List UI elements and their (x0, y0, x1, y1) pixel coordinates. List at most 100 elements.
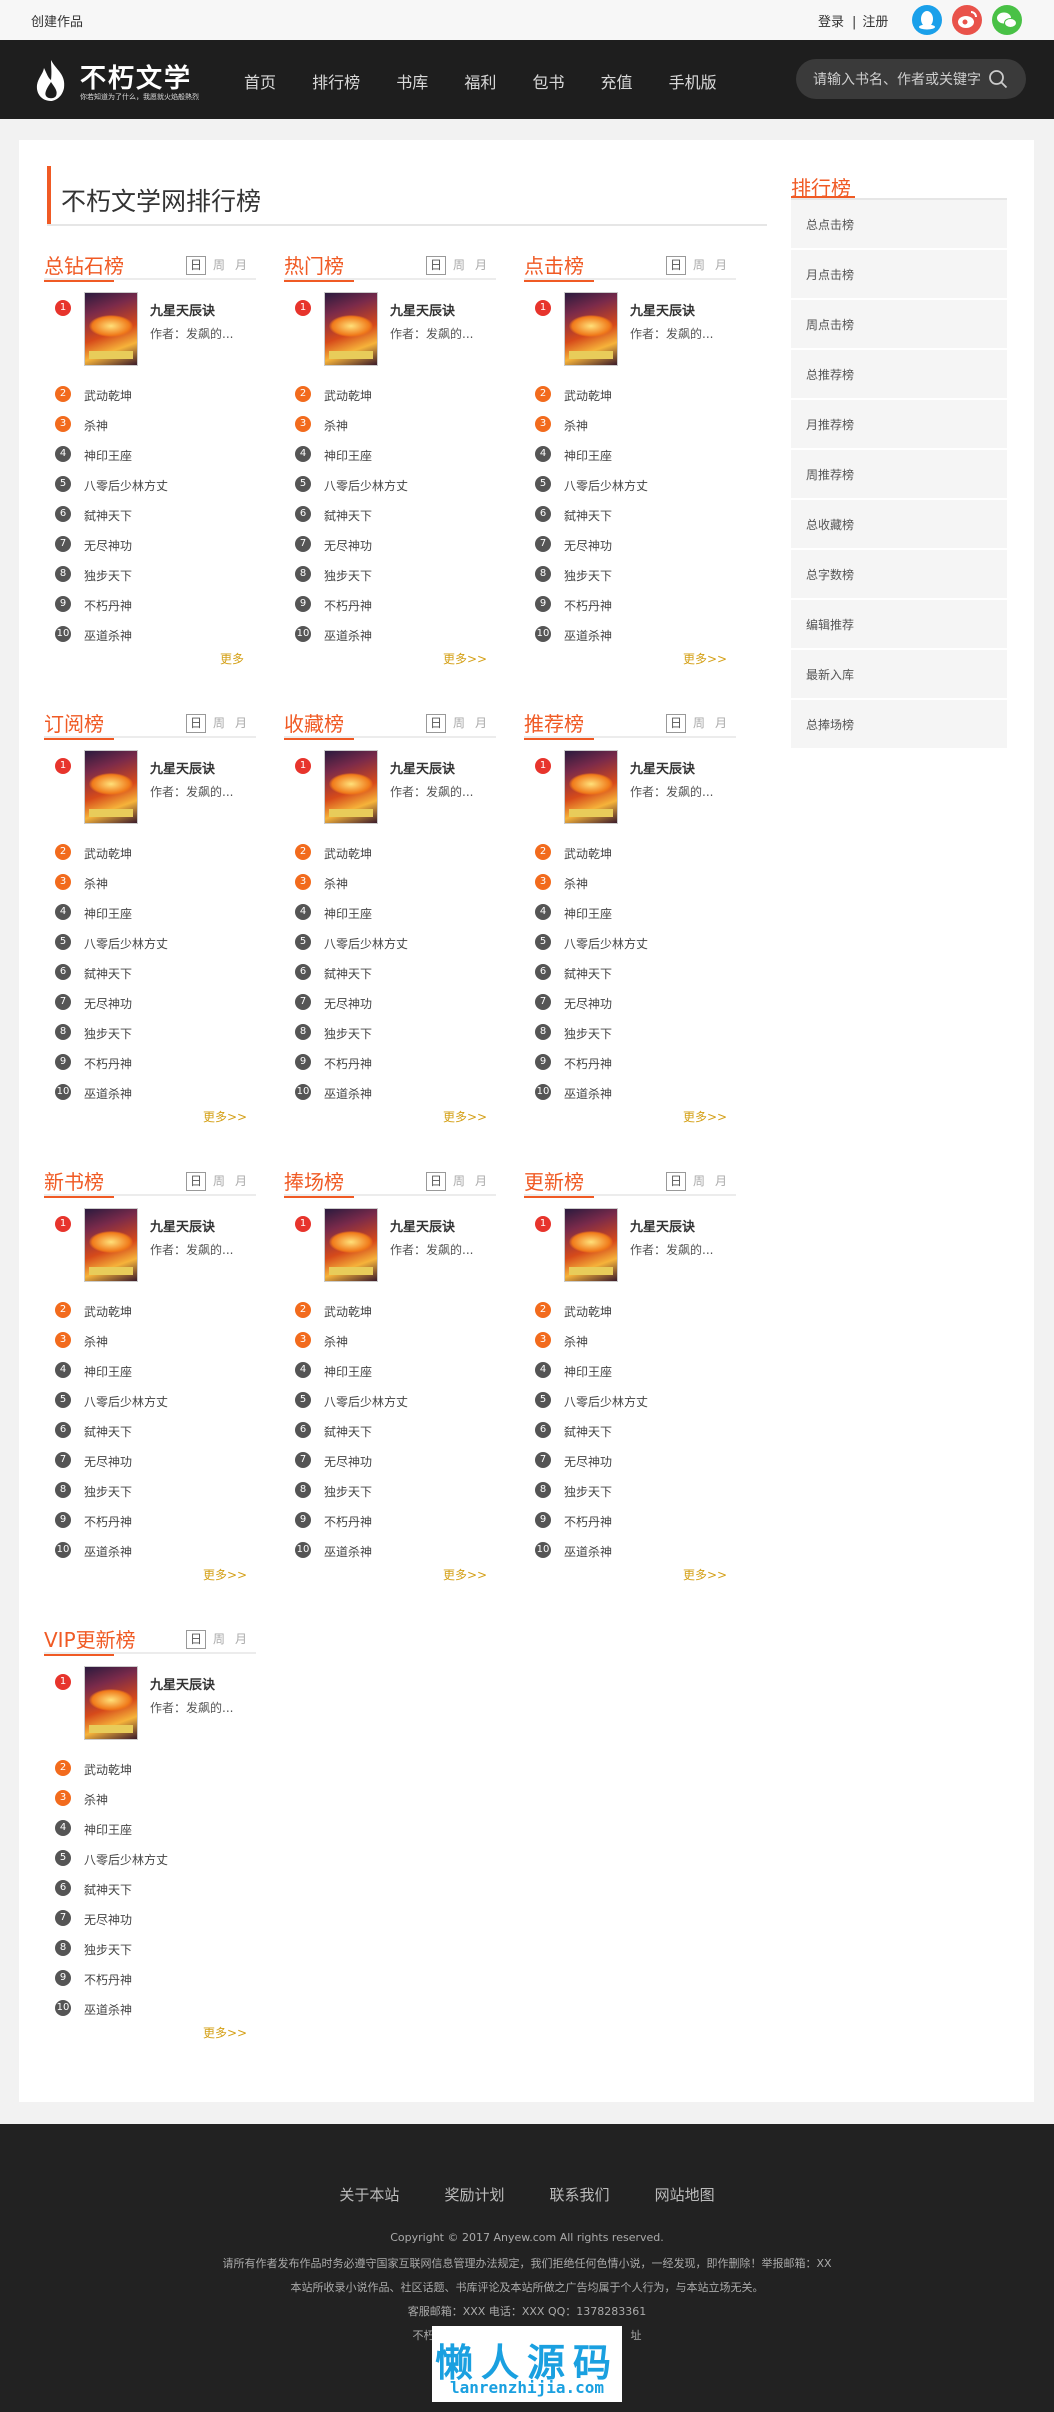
rank-list-item[interactable]: 3 杀神 (44, 414, 256, 434)
book-title[interactable]: 无尽神功 (324, 537, 372, 554)
rank-list-item[interactable]: 8 独步天下 (284, 1022, 496, 1042)
login-link[interactable]: 登录 (818, 15, 844, 30)
book-title[interactable]: 杀神 (84, 1791, 108, 1808)
rank-list-item[interactable]: 3 杀神 (524, 872, 736, 892)
book-title[interactable]: 杀神 (324, 1333, 348, 1350)
book-title[interactable]: 弑神天下 (564, 507, 612, 524)
rank-list-item[interactable]: 2 武动乾坤 (44, 1758, 256, 1778)
search-icon[interactable] (988, 69, 1008, 89)
rank-list-item[interactable]: 2 武动乾坤 (524, 842, 736, 862)
rank-list-item[interactable]: 5 八零后少林方丈 (44, 1390, 256, 1410)
book-cover[interactable] (324, 292, 378, 366)
rank-list-item[interactable]: 9 不朽丹神 (44, 1968, 256, 1988)
rank-list-item[interactable]: 7 无尽神功 (44, 534, 256, 554)
rank-list-item[interactable]: 6 弑神天下 (44, 962, 256, 982)
rank-list-item[interactable]: 8 独步天下 (44, 564, 256, 584)
book-title[interactable]: 八零后少林方丈 (324, 935, 408, 952)
rank-list-item[interactable]: 4 神印王座 (524, 1360, 736, 1380)
book-title[interactable]: 巫道杀神 (84, 1543, 132, 1560)
tab-month[interactable]: 月 (472, 715, 490, 732)
rank-list-item[interactable]: 6 弑神天下 (284, 962, 496, 982)
block-title[interactable]: 新书榜 (44, 1166, 114, 1198)
book-title[interactable]: 武动乾坤 (84, 845, 132, 862)
rank-list-item[interactable]: 2 武动乾坤 (284, 384, 496, 404)
book-title[interactable]: 弑神天下 (564, 1423, 612, 1440)
nav-item-welfare[interactable]: 福利 (464, 69, 496, 93)
rank-list-item[interactable]: 6 弑神天下 (44, 1420, 256, 1440)
book-title[interactable]: 八零后少林方丈 (324, 1393, 408, 1410)
book-title[interactable]: 八零后少林方丈 (324, 477, 408, 494)
book-title[interactable]: 无尽神功 (564, 995, 612, 1012)
rank-list-item[interactable]: 2 武动乾坤 (524, 1300, 736, 1320)
footer-link-about[interactable]: 关于本站 (339, 2184, 399, 2205)
rank-list-item[interactable]: 10 巫道杀神 (284, 1540, 496, 1560)
book-title[interactable]: 八零后少林方丈 (84, 1393, 168, 1410)
search-input[interactable] (811, 59, 985, 101)
rank-list-item[interactable]: 9 不朽丹神 (44, 1510, 256, 1530)
book-title[interactable]: 不朽丹神 (564, 597, 612, 614)
book-title[interactable]: 八零后少林方丈 (84, 935, 168, 952)
rank-list-item[interactable]: 2 武动乾坤 (44, 384, 256, 404)
book-title[interactable]: 独步天下 (84, 567, 132, 584)
rank-list-item[interactable]: 4 神印王座 (524, 444, 736, 464)
rank-list-item[interactable]: 5 八零后少林方丈 (524, 932, 736, 952)
book-title[interactable]: 杀神 (564, 1333, 588, 1350)
book-title[interactable]: 武动乾坤 (84, 387, 132, 404)
tab-month[interactable]: 月 (232, 1173, 250, 1190)
book-title[interactable]: 武动乾坤 (84, 1761, 132, 1778)
nav-item-home[interactable]: 首页 (244, 69, 276, 93)
book-title[interactable]: 神印王座 (84, 1821, 132, 1838)
tab-day[interactable]: 日 (186, 714, 206, 733)
rank-list-item[interactable]: 8 独步天下 (44, 1480, 256, 1500)
book-title[interactable]: 独步天下 (84, 1941, 132, 1958)
sidebar-item[interactable]: 月推荐榜 (791, 400, 1007, 450)
rank-list-item[interactable]: 7 无尽神功 (524, 992, 736, 1012)
rank-list-item[interactable]: 10 巫道杀神 (44, 624, 256, 644)
rank-list-item[interactable]: 7 无尽神功 (524, 1450, 736, 1470)
book-title[interactable]: 弑神天下 (84, 507, 132, 524)
book-title[interactable]: 神印王座 (84, 447, 132, 464)
top-book-title[interactable]: 九星天辰诀 (390, 1216, 455, 1235)
book-title[interactable]: 巫道杀神 (84, 2001, 132, 2018)
book-title[interactable]: 杀神 (324, 875, 348, 892)
block-title[interactable]: 总钻石榜 (44, 250, 124, 282)
book-title[interactable]: 无尽神功 (564, 537, 612, 554)
book-title[interactable]: 弑神天下 (84, 1423, 132, 1440)
book-title[interactable]: 不朽丹神 (564, 1055, 612, 1072)
sidebar-item[interactable]: 编辑推荐 (791, 600, 1007, 650)
rank-list-item[interactable]: 5 八零后少林方丈 (284, 932, 496, 952)
rank-list-item[interactable]: 4 神印王座 (284, 444, 496, 464)
rank-list-item[interactable]: 10 巫道杀神 (44, 1998, 256, 2018)
tab-day[interactable]: 日 (666, 256, 686, 275)
tab-day[interactable]: 日 (186, 1630, 206, 1649)
rank-list-item[interactable]: 4 神印王座 (284, 1360, 496, 1380)
book-title[interactable]: 弑神天下 (324, 507, 372, 524)
book-title[interactable]: 杀神 (84, 875, 108, 892)
book-title[interactable]: 武动乾坤 (84, 1303, 132, 1320)
rank-list-item[interactable]: 4 神印王座 (44, 444, 256, 464)
top-book-title[interactable]: 九星天辰诀 (390, 758, 455, 777)
book-title[interactable]: 无尽神功 (324, 995, 372, 1012)
more-link[interactable]: 更多 (220, 650, 244, 667)
book-title[interactable]: 无尽神功 (84, 1911, 132, 1928)
book-title[interactable]: 八零后少林方丈 (564, 935, 648, 952)
tab-day[interactable]: 日 (426, 256, 446, 275)
book-title[interactable]: 独步天下 (564, 567, 612, 584)
tab-month[interactable]: 月 (232, 715, 250, 732)
book-title[interactable]: 杀神 (564, 417, 588, 434)
tab-month[interactable]: 月 (712, 715, 730, 732)
rank-list-item[interactable]: 3 杀神 (44, 1788, 256, 1808)
rank-list-item[interactable]: 9 不朽丹神 (284, 1052, 496, 1072)
rank-list-item[interactable]: 5 八零后少林方丈 (524, 1390, 736, 1410)
rank-list-item[interactable]: 9 不朽丹神 (524, 1052, 736, 1072)
sidebar-item[interactable]: 总点击榜 (791, 200, 1007, 250)
book-title[interactable]: 巫道杀神 (324, 1085, 372, 1102)
book-title[interactable]: 神印王座 (564, 447, 612, 464)
book-title[interactable]: 独步天下 (324, 1483, 372, 1500)
rank-list-item[interactable]: 4 神印王座 (44, 1818, 256, 1838)
rank-list-item[interactable]: 6 弑神天下 (524, 504, 736, 524)
register-link[interactable]: 注册 (862, 15, 888, 30)
tab-week[interactable]: 周 (690, 715, 708, 732)
rank-list-item[interactable]: 10 巫道杀神 (284, 624, 496, 644)
rank-list-item[interactable]: 9 不朽丹神 (284, 1510, 496, 1530)
